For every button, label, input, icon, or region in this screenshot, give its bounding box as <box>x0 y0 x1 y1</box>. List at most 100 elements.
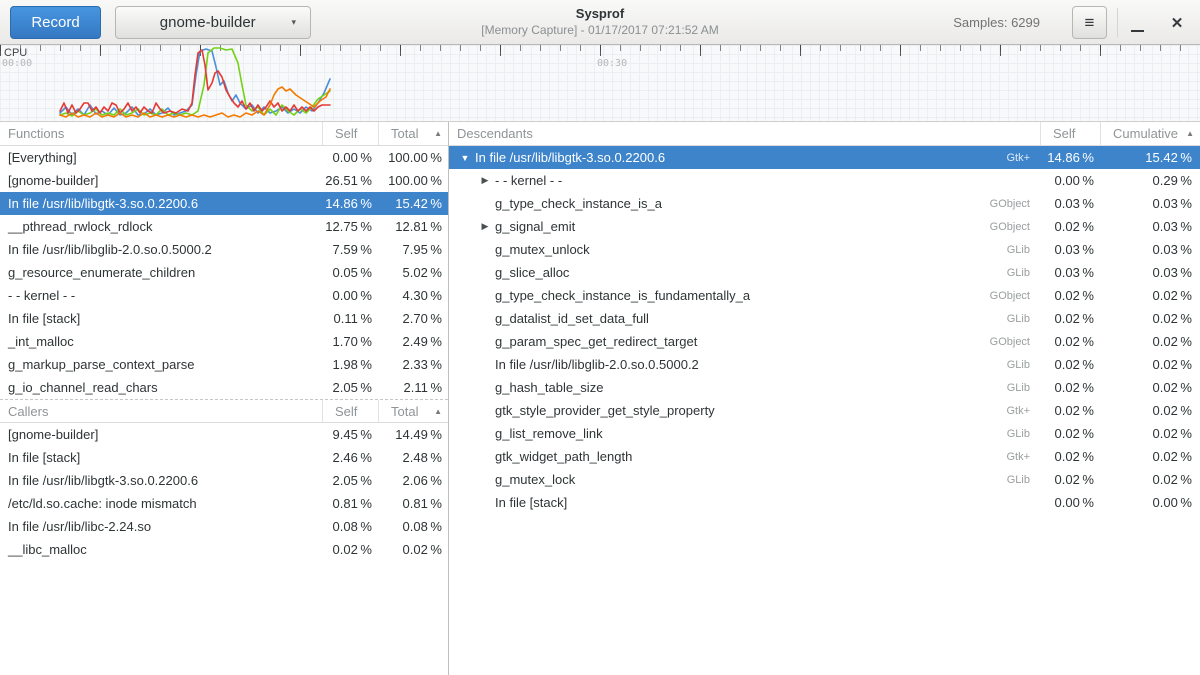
close-button[interactable]: ✕ <box>1160 0 1194 45</box>
table-row[interactable]: g_mutex_unlockGLib0.03 %0.03 % <box>449 238 1200 261</box>
descendants-table-header: Descendants Self Cumulative ▲ <box>449 122 1200 146</box>
table-row[interactable]: In file /usr/lib/libgtk-3.so.0.2200.614.… <box>0 192 448 215</box>
column-header-cumulative-label: Cumulative <box>1113 126 1178 141</box>
table-row[interactable]: g_datalist_id_set_data_fullGLib0.02 %0.0… <box>449 307 1200 330</box>
self-value: 0.02 % <box>1040 449 1100 464</box>
function-name: g_type_check_instance_is_a <box>495 196 662 211</box>
descendant-name-cell: g_datalist_id_set_data_fullGLib <box>449 311 1040 326</box>
triangle-right-icon[interactable]: ▶ <box>479 175 491 186</box>
table-row[interactable]: In file /usr/lib/libgtk-3.so.0.2200.62.0… <box>0 469 448 492</box>
total-value: 12.81 % <box>378 219 448 234</box>
descendant-name-cell: ▼In file /usr/lib/libgtk-3.so.0.2200.6Gt… <box>449 150 1040 165</box>
column-header-self[interactable]: Self <box>322 122 378 145</box>
table-row[interactable]: [Everything]0.00 %100.00 % <box>0 146 448 169</box>
table-row[interactable]: g_io_channel_read_chars2.05 %2.11 % <box>0 376 448 399</box>
cumulative-value: 0.00 % <box>1100 495 1200 510</box>
triangle-right-icon[interactable]: ▶ <box>479 221 491 232</box>
table-row[interactable]: g_hash_table_sizeGLib0.02 %0.02 % <box>449 376 1200 399</box>
record-button[interactable]: Record <box>10 6 101 39</box>
process-selector[interactable]: gnome-builder ▾ <box>115 6 311 39</box>
descendant-name-cell: g_mutex_unlockGLib <box>449 242 1040 257</box>
table-row[interactable]: ▶g_signal_emitGObject0.02 %0.03 % <box>449 215 1200 238</box>
category-badge: GLib <box>1007 313 1040 325</box>
function-name: - - kernel - - <box>0 288 322 303</box>
callers-table-header: Callers Self Total ▲ <box>0 399 448 423</box>
table-row[interactable]: g_list_remove_linkGLib0.02 %0.02 % <box>449 422 1200 445</box>
total-value: 100.00 % <box>378 150 448 165</box>
column-header-callers[interactable]: Callers <box>0 404 322 419</box>
function-name: __libc_malloc <box>0 542 322 557</box>
column-header-self[interactable]: Self <box>322 400 378 422</box>
self-value: 0.02 % <box>1040 311 1100 326</box>
total-value: 100.00 % <box>378 173 448 188</box>
descendant-name-cell: In file /usr/lib/libglib-2.0.so.0.5000.2… <box>449 357 1040 372</box>
function-name: In file [stack] <box>0 450 322 465</box>
function-name: gtk_widget_path_length <box>495 449 632 464</box>
function-name: g_signal_emit <box>495 219 575 234</box>
table-row[interactable]: In file /usr/lib/libglib-2.0.so.0.5000.2… <box>449 353 1200 376</box>
self-value: 0.00 % <box>322 150 378 165</box>
column-header-cumulative[interactable]: Cumulative ▲ <box>1100 122 1200 145</box>
column-header-functions[interactable]: Functions <box>0 126 322 141</box>
table-row[interactable]: /etc/ld.so.cache: inode mismatch0.81 %0.… <box>0 492 448 515</box>
function-name: g_markup_parse_context_parse <box>0 357 322 372</box>
table-row[interactable]: In file /usr/lib/libc-2.24.so0.08 %0.08 … <box>0 515 448 538</box>
total-value: 2.49 % <box>378 334 448 349</box>
menu-button[interactable]: ≡ <box>1072 6 1107 39</box>
timeline-label: 00:00 <box>2 58 32 69</box>
self-value: 0.08 % <box>322 519 378 534</box>
table-row[interactable]: g_type_check_instance_is_fundamentally_a… <box>449 284 1200 307</box>
table-row[interactable]: In file [stack]0.00 %0.00 % <box>449 491 1200 514</box>
table-row[interactable]: __pthread_rwlock_rdlock12.75 %12.81 % <box>0 215 448 238</box>
table-row[interactable]: g_resource_enumerate_children0.05 %5.02 … <box>0 261 448 284</box>
table-row[interactable]: gtk_style_provider_get_style_propertyGtk… <box>449 399 1200 422</box>
column-header-descendants[interactable]: Descendants <box>449 126 1040 141</box>
descendant-name-cell: ▶g_signal_emitGObject <box>449 219 1040 234</box>
table-row[interactable]: g_type_check_instance_is_aGObject0.03 %0… <box>449 192 1200 215</box>
table-row[interactable]: gtk_widget_path_lengthGtk+0.02 %0.02 % <box>449 445 1200 468</box>
column-header-total[interactable]: Total ▲ <box>378 122 448 145</box>
minimize-button[interactable] <box>1120 0 1154 45</box>
table-row[interactable]: In file /usr/lib/libglib-2.0.so.0.5000.2… <box>0 238 448 261</box>
table-row[interactable]: g_param_spec_get_redirect_targetGObject0… <box>449 330 1200 353</box>
category-badge: Gtk+ <box>1006 152 1040 164</box>
table-row[interactable]: g_mutex_lockGLib0.02 %0.02 % <box>449 468 1200 491</box>
table-row[interactable]: In file [stack]2.46 %2.48 % <box>0 446 448 469</box>
self-value: 2.05 % <box>322 380 378 395</box>
column-header-total[interactable]: Total ▲ <box>378 400 448 422</box>
column-header-total-label: Total <box>391 404 418 419</box>
category-badge: GLib <box>1007 359 1040 371</box>
cumulative-value: 0.03 % <box>1100 242 1200 257</box>
descendant-name-cell: g_param_spec_get_redirect_targetGObject <box>449 334 1040 349</box>
table-row[interactable]: __libc_malloc0.02 %0.02 % <box>0 538 448 561</box>
self-value: 26.51 % <box>322 173 378 188</box>
table-row[interactable]: g_markup_parse_context_parse1.98 %2.33 % <box>0 353 448 376</box>
cpu-timeline-graph[interactable]: CPU 00:0000:30 <box>0 45 1200 122</box>
table-row[interactable]: [gnome-builder]26.51 %100.00 % <box>0 169 448 192</box>
function-name: /etc/ld.so.cache: inode mismatch <box>0 496 322 511</box>
table-row[interactable]: ▶- - kernel - -0.00 %0.29 % <box>449 169 1200 192</box>
function-name: g_resource_enumerate_children <box>0 265 322 280</box>
function-name: In file /usr/lib/libgtk-3.so.0.2200.6 <box>0 196 322 211</box>
category-badge: GLib <box>1007 474 1040 486</box>
function-name: g_mutex_lock <box>495 472 575 487</box>
table-row[interactable]: In file [stack]0.11 %2.70 % <box>0 307 448 330</box>
descendant-name-cell: g_list_remove_linkGLib <box>449 426 1040 441</box>
self-value: 0.02 % <box>1040 288 1100 303</box>
cumulative-value: 0.29 % <box>1100 173 1200 188</box>
category-badge: Gtk+ <box>1006 405 1040 417</box>
headerbar: Record gnome-builder ▾ Sysprof [Memory C… <box>0 0 1200 45</box>
function-name: - - kernel - - <box>495 173 562 188</box>
descendant-name-cell: gtk_widget_path_lengthGtk+ <box>449 449 1040 464</box>
table-row[interactable]: - - kernel - -0.00 %4.30 % <box>0 284 448 307</box>
table-row[interactable]: g_slice_allocGLib0.03 %0.03 % <box>449 261 1200 284</box>
table-row[interactable]: _int_malloc1.70 %2.49 % <box>0 330 448 353</box>
function-name: In file /usr/lib/libglib-2.0.so.0.5000.2 <box>0 242 322 257</box>
table-row[interactable]: [gnome-builder]9.45 %14.49 % <box>0 423 448 446</box>
table-row[interactable]: ▼In file /usr/lib/libgtk-3.so.0.2200.6Gt… <box>449 146 1200 169</box>
triangle-down-icon[interactable]: ▼ <box>459 153 471 163</box>
function-name: g_list_remove_link <box>495 426 603 441</box>
self-value: 0.03 % <box>1040 196 1100 211</box>
headerbar-separator <box>1117 8 1118 37</box>
column-header-self[interactable]: Self <box>1040 122 1100 145</box>
